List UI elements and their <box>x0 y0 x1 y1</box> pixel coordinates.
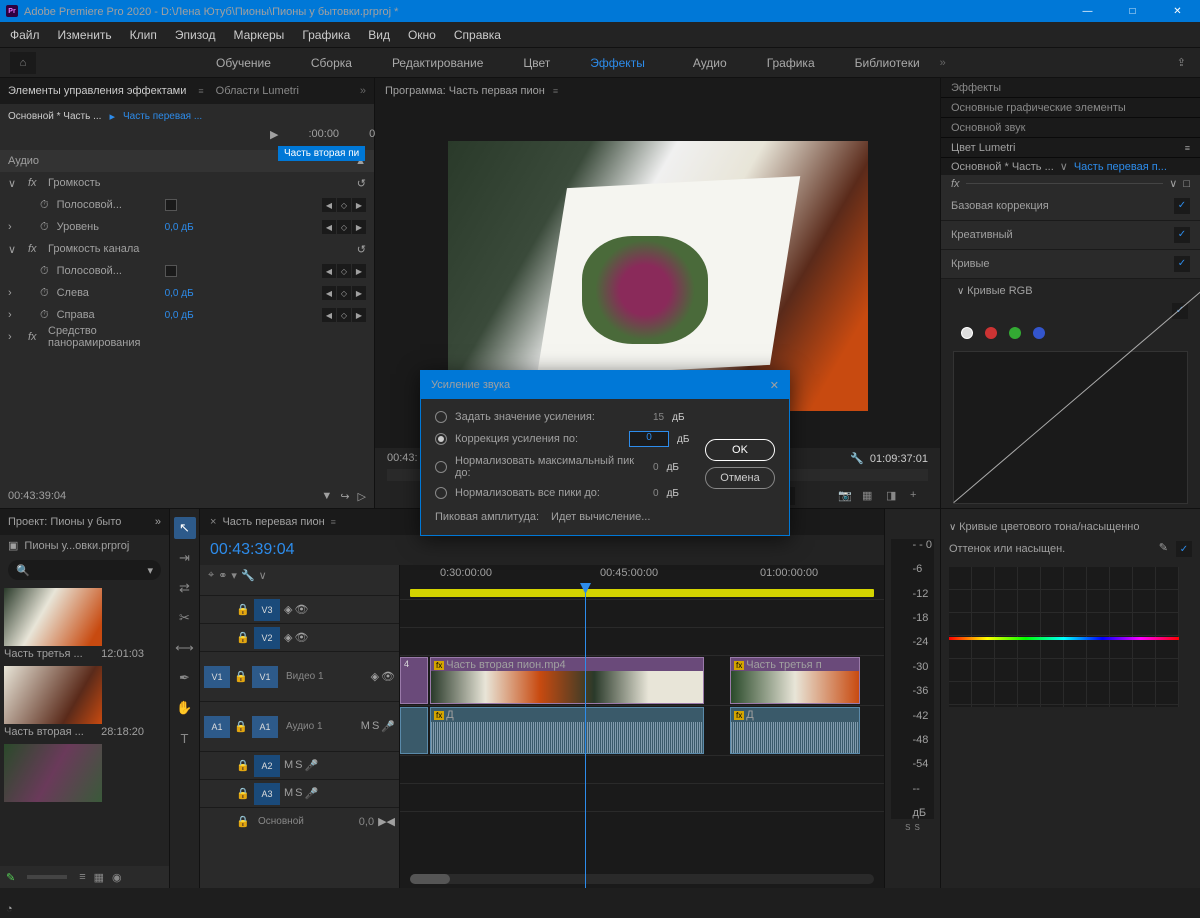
adjust-gain-label: Коррекция усиления по: <box>455 433 621 445</box>
dialog-title: Усиление звука <box>431 379 510 391</box>
set-gain-label: Задать значение усиления: <box>455 411 645 423</box>
norm-all-label: Нормализовать все пики до: <box>455 487 645 499</box>
dialog-overlay: Усиление звука ✕ Задать значение усиления… <box>0 0 1200 918</box>
dialog-close-icon[interactable]: ✕ <box>770 379 779 392</box>
peak-value: Идет вычисление... <box>551 511 650 523</box>
cancel-button[interactable]: Отмена <box>705 467 775 489</box>
radio-set-gain[interactable] <box>435 411 447 423</box>
ok-button[interactable]: OK <box>705 439 775 461</box>
radio-norm-all[interactable] <box>435 487 447 499</box>
radio-norm-max[interactable] <box>435 461 447 473</box>
radio-adjust-gain[interactable] <box>435 433 447 445</box>
peak-label: Пиковая амплитуда: <box>435 511 539 523</box>
audio-gain-dialog: Усиление звука ✕ Задать значение усиления… <box>420 370 790 536</box>
gain-input[interactable]: 0 <box>629 431 669 447</box>
norm-max-label: Нормализовать максимальный пик до: <box>455 455 645 479</box>
